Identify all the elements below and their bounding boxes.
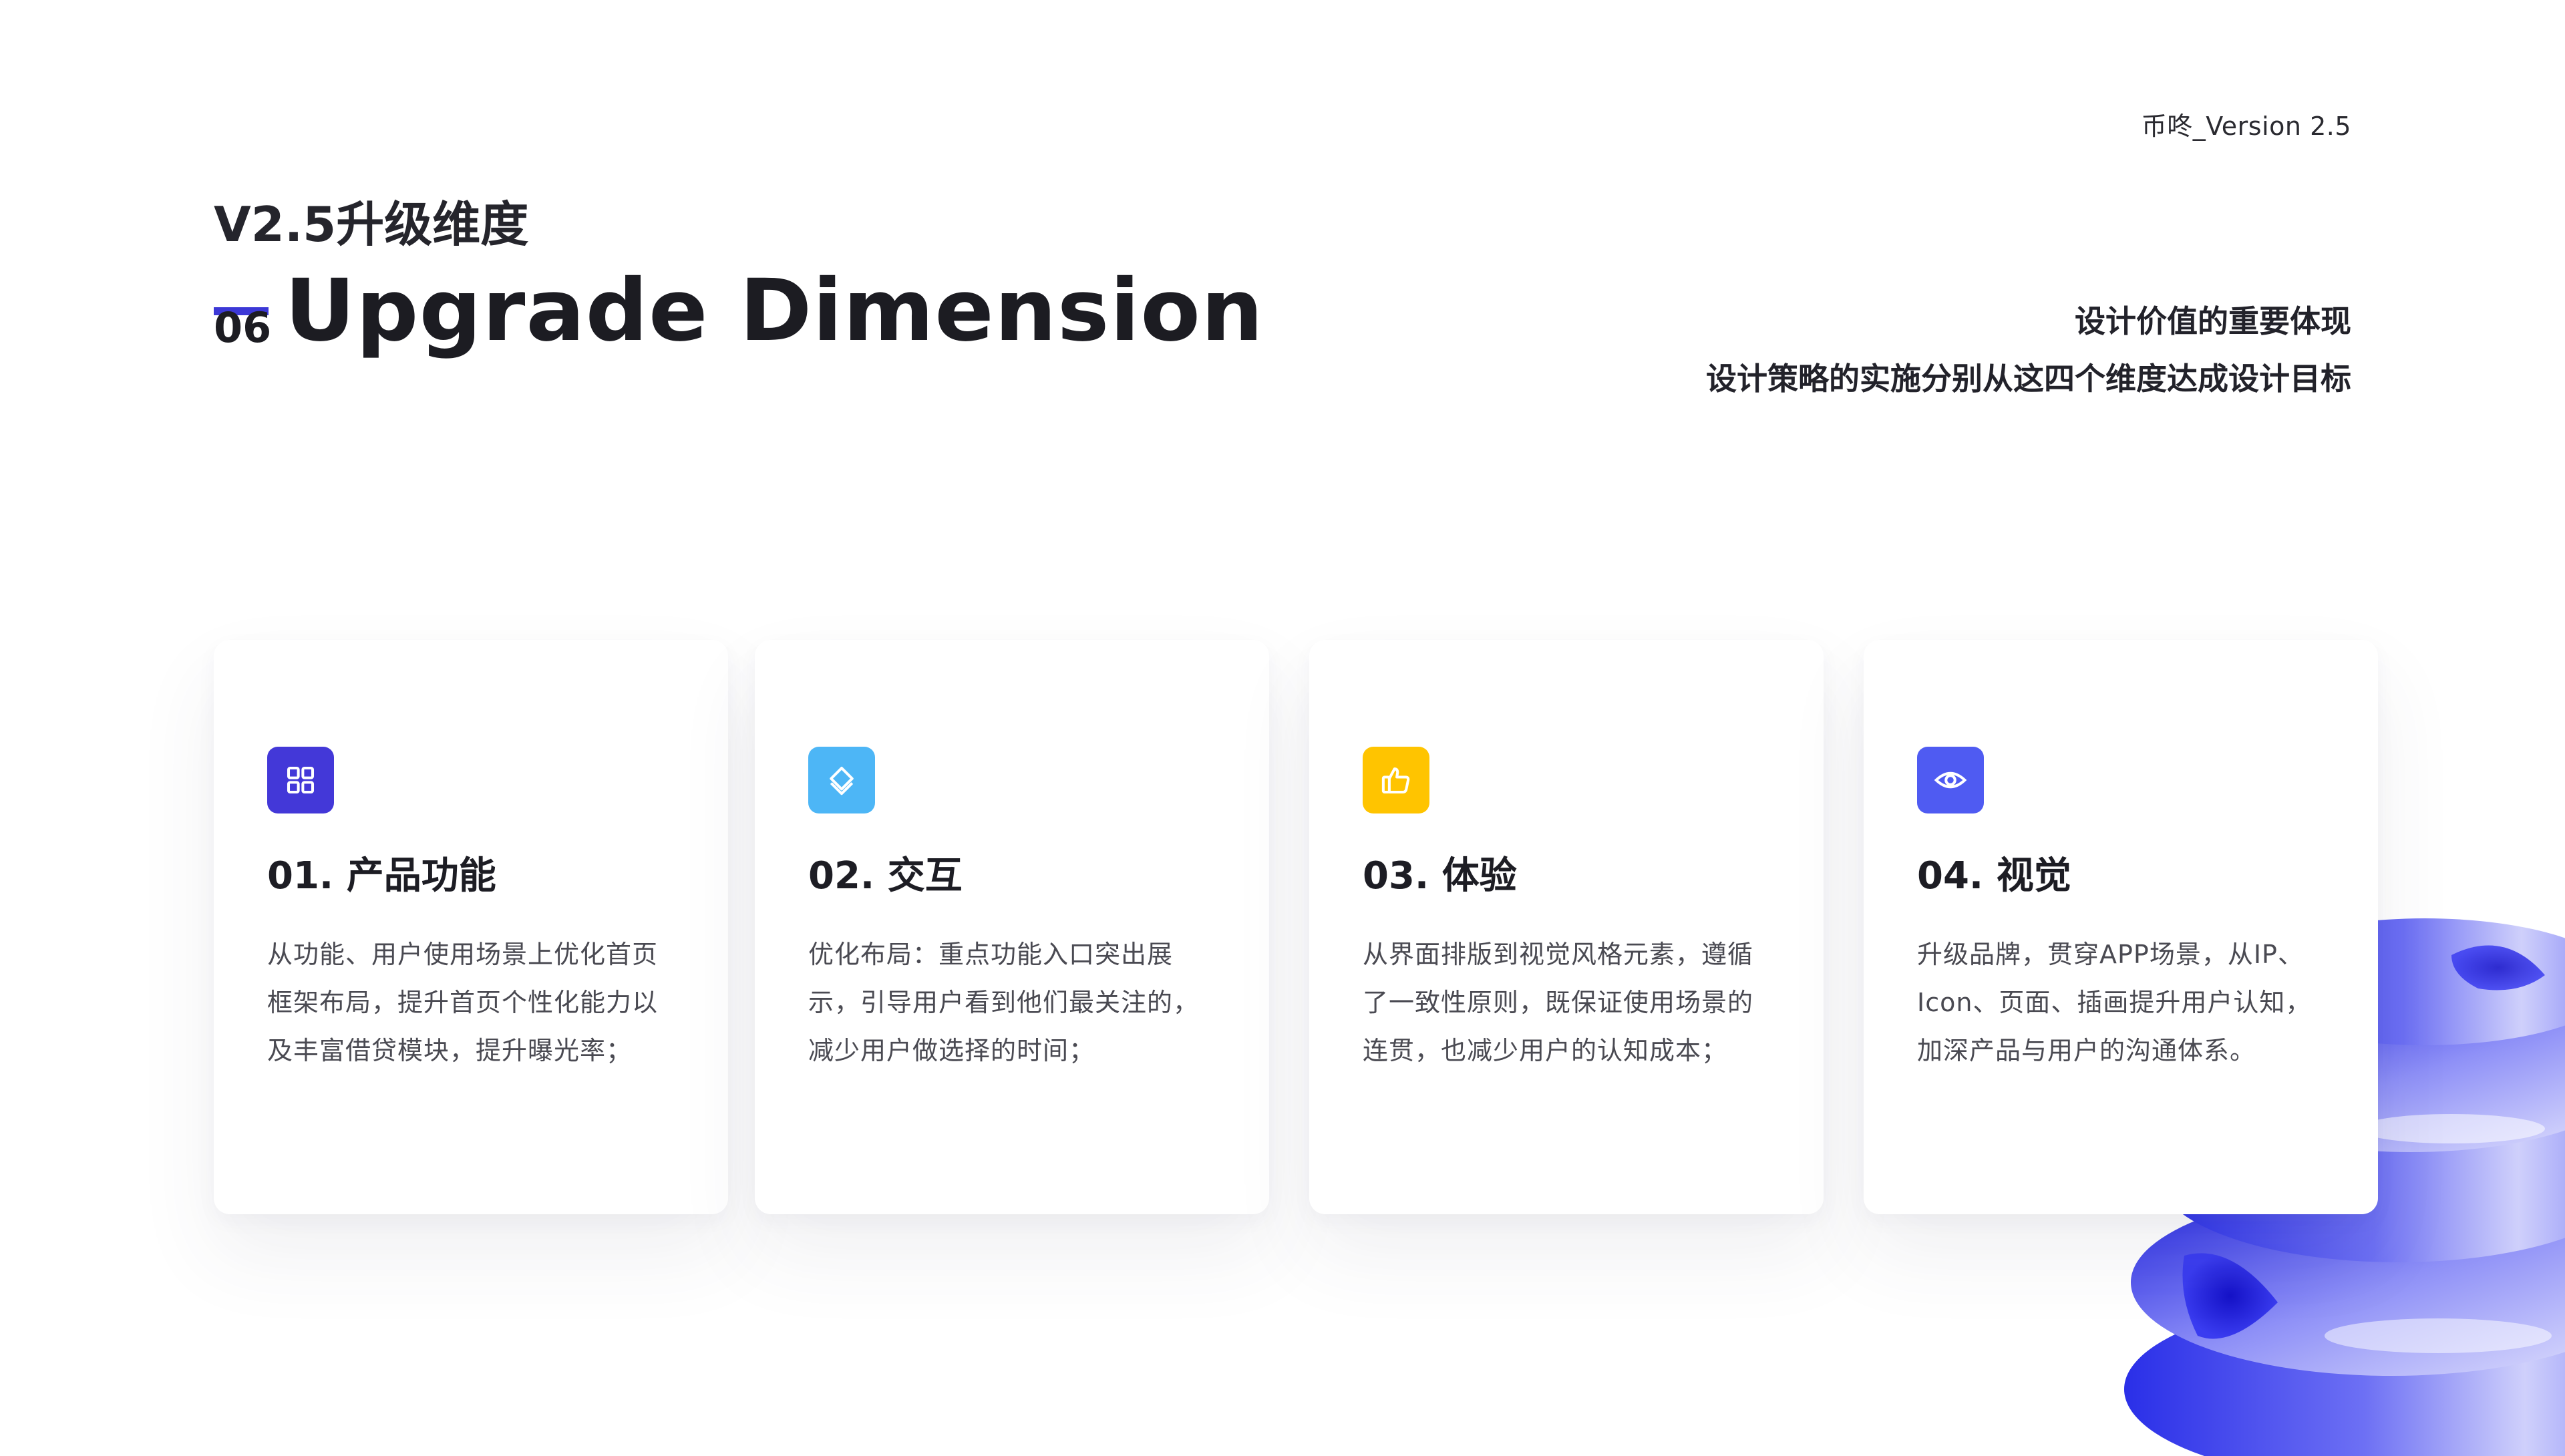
card-interaction: 02. 交互 优化布局：重点功能入口突出展 示，引导用户看到他们最关注的， 减少… xyxy=(755,640,1269,1214)
card-text-line: 示，引导用户看到他们最关注的， xyxy=(808,988,1200,1017)
version-label: 币咚_Version 2.5 xyxy=(2141,112,2351,141)
card-text-line: 加深产品与用户的沟通体系。 xyxy=(1917,1036,2256,1065)
card-title: 03. 体验 xyxy=(1363,854,1517,898)
card-product: 01. 产品功能 从功能、用户使用场景上优化首页 框架布局，提升首页个性化能力以… xyxy=(214,640,728,1214)
card-experience: 03. 体验 从界面排版到视觉风格元素，遵循 了一致性原则，既保证使用场景的 连… xyxy=(1309,640,1824,1214)
title-block: V2.5升级维度 06 Upgrade Dimension xyxy=(214,196,1263,354)
section-number-text: 06 xyxy=(214,303,272,352)
section-number: 06 xyxy=(214,287,272,354)
layers-icon xyxy=(808,747,875,813)
card-text-line: 框架布局，提升首页个性化能力以 xyxy=(267,988,659,1017)
card-title: 01. 产品功能 xyxy=(267,854,496,898)
card-title: 04. 视觉 xyxy=(1917,854,2071,898)
card-text-line: 从界面排版到视觉风格元素，遵循 xyxy=(1363,940,1754,969)
title-row: 06 Upgrade Dimension xyxy=(214,268,1263,354)
card-text-line: 及丰富借贷模块，提升曝光率； xyxy=(267,1036,633,1065)
card-title: 02. 交互 xyxy=(808,854,963,898)
card-text-line: 减少用户做选择的时间； xyxy=(808,1036,1095,1065)
card-text-line: 优化布局：重点功能入口突出展 xyxy=(808,940,1174,969)
card-text-line: 从功能、用户使用场景上优化首页 xyxy=(267,940,659,969)
eye-icon xyxy=(1917,747,1984,813)
description-line-2: 设计策略的实施分别从这四个维度达成设计目标 xyxy=(1706,361,2351,397)
description-block: 设计价值的重要体现 设计策略的实施分别从这四个维度达成设计目标 xyxy=(1706,293,2351,407)
card-text-line: 升级品牌，贯穿APP场景，从IP、 xyxy=(1917,940,2304,969)
page-subtitle: V2.5升级维度 xyxy=(214,196,529,252)
description-line-1: 设计价值的重要体现 xyxy=(2075,303,2351,339)
card-description: 从界面排版到视觉风格元素，遵循 了一致性原则，既保证使用场景的 连贯，也减少用户… xyxy=(1363,930,1783,1075)
card-description: 优化布局：重点功能入口突出展 示，引导用户看到他们最关注的， 减少用户做选择的时… xyxy=(808,930,1229,1075)
thumbs-up-icon xyxy=(1363,747,1429,813)
card-text-line: 了一致性原则，既保证使用场景的 xyxy=(1363,988,1754,1017)
card-text-line: Icon、页面、插画提升用户认知， xyxy=(1917,988,2312,1017)
grid-icon xyxy=(267,747,334,813)
card-text-line: 连贯，也减少用户的认知成本； xyxy=(1363,1036,1728,1065)
card-visual: 04. 视觉 升级品牌，贯穿APP场景，从IP、 Icon、页面、插画提升用户认… xyxy=(1864,640,2378,1214)
card-description: 从功能、用户使用场景上优化首页 框架布局，提升首页个性化能力以 及丰富借贷模块，… xyxy=(267,930,688,1075)
card-description: 升级品牌，贯穿APP场景，从IP、 Icon、页面、插画提升用户认知， 加深产品… xyxy=(1917,930,2338,1075)
page-title: Upgrade Dimension xyxy=(285,261,1264,361)
dimension-cards: 01. 产品功能 从功能、用户使用场景上优化首页 框架布局，提升首页个性化能力以… xyxy=(214,640,2378,1214)
